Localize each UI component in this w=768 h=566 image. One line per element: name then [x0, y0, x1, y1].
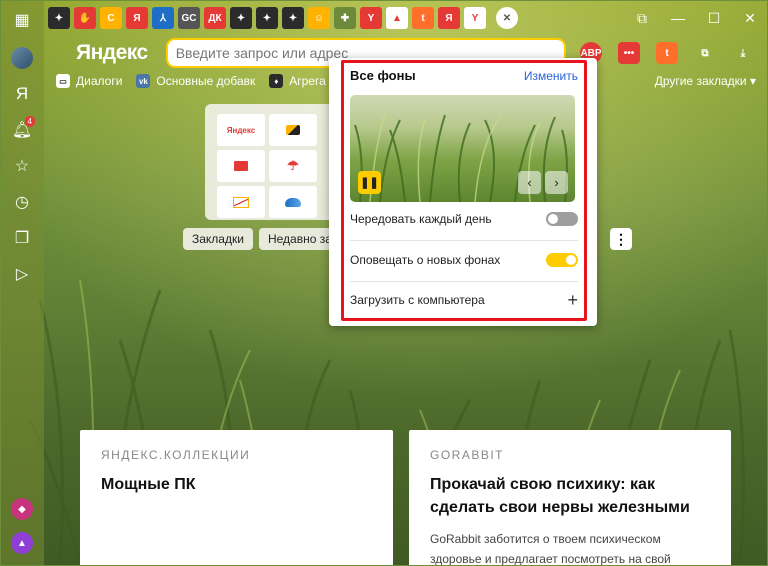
window-frame	[0, 0, 768, 566]
